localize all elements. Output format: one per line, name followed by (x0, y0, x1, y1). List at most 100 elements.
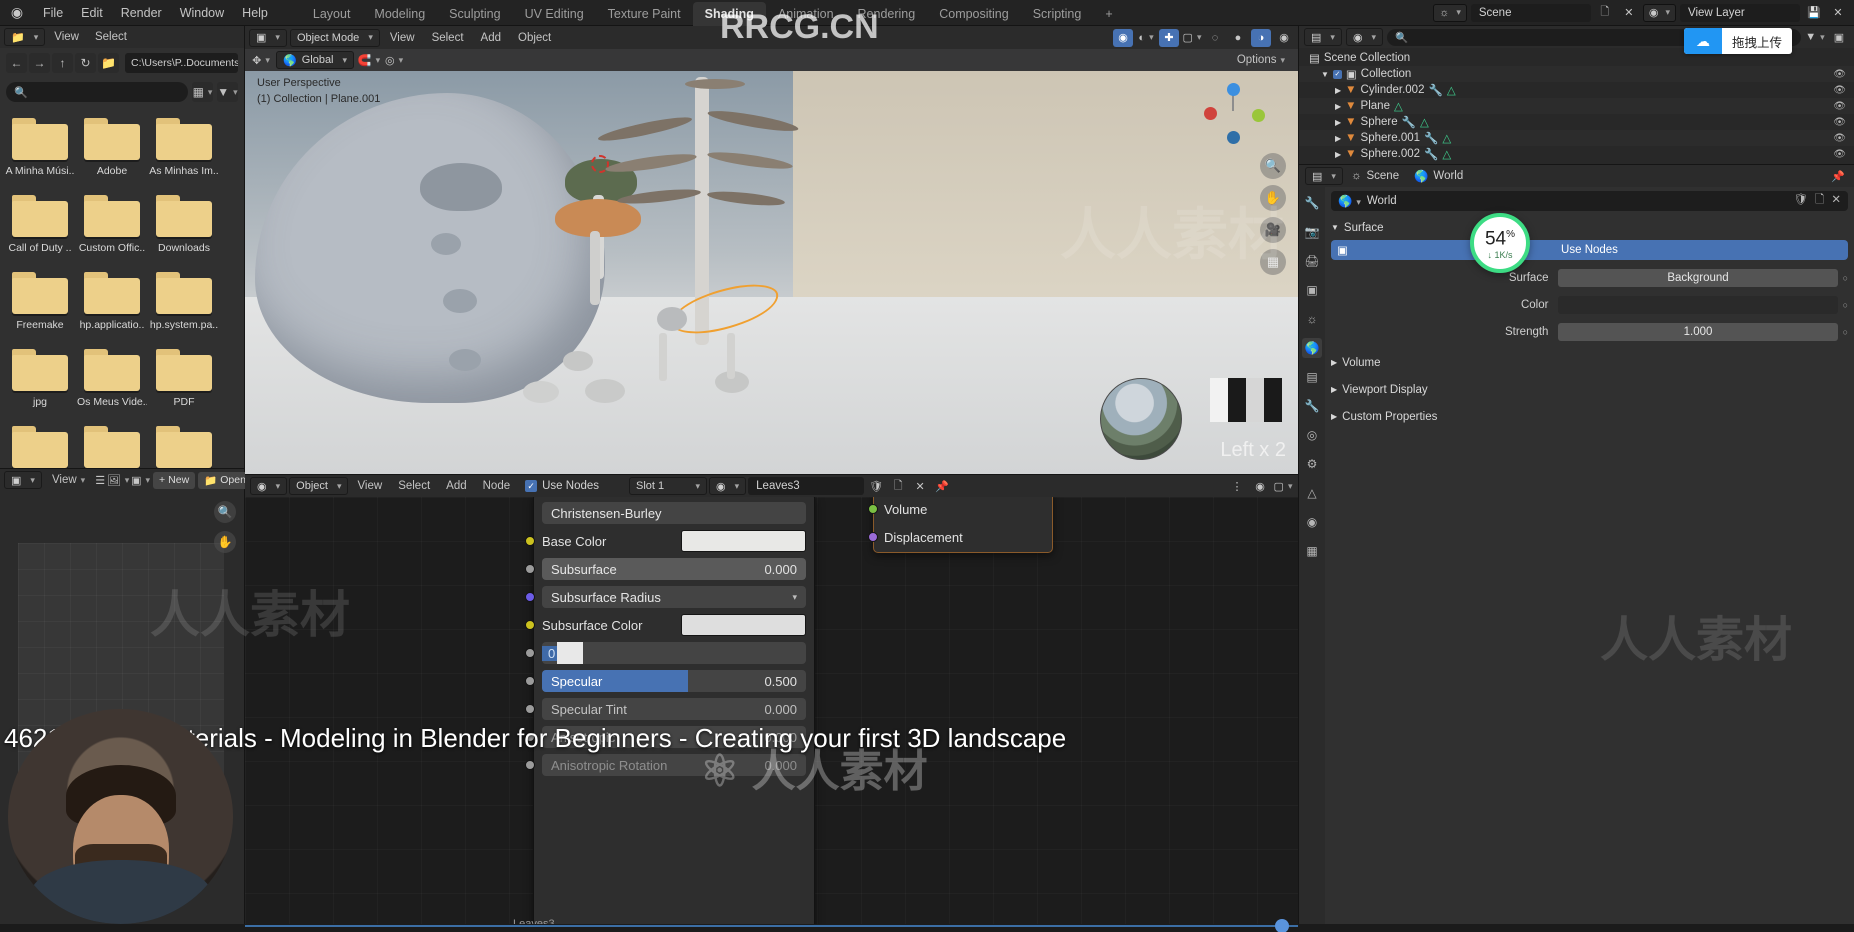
chevron-right-icon[interactable]: ▶ (1335, 86, 1341, 95)
navigation-gizmo[interactable] (1202, 81, 1266, 145)
node-row-specular-tint[interactable]: Specular Tint 0.000 (525, 696, 806, 722)
shading-options-icon[interactable]: ▢ (1182, 29, 1202, 47)
subsurface-radius-dropdown[interactable]: Subsurface Radius (542, 586, 806, 608)
fake-user-icon[interactable]: 🛡 (866, 477, 886, 495)
duplicate-icon[interactable]: 🗋 (1595, 4, 1615, 22)
menu-file[interactable]: File (34, 0, 72, 26)
socket-displacement[interactable] (868, 532, 878, 542)
visibility-eye-icon[interactable]: 👁 (1833, 117, 1846, 128)
animate-property-icon[interactable]: ○ (1843, 300, 1848, 310)
world-datablock-field[interactable]: 🌎 World 🛡 🗋 ✕ (1331, 191, 1848, 211)
arrow-left-icon[interactable]: ← (6, 53, 27, 73)
distribution-dropdown[interactable]: Christensen-Burley (542, 502, 806, 524)
object-mode-dropdown[interactable]: Object Mode (289, 28, 380, 47)
shader-type-dropdown[interactable]: Object (289, 477, 349, 495)
folder-item[interactable]: Downloads (149, 195, 219, 254)
anisotropic-rotation-slider[interactable]: Anisotropic Rotation 0.000 (542, 754, 806, 776)
workspace-tab-rendering[interactable]: Rendering (846, 2, 928, 26)
file-path-field[interactable]: C:\Users\P..Documents\ (125, 53, 238, 73)
socket-editing-field[interactable] (525, 648, 535, 658)
properties-tab-constraint[interactable]: ⚙ (1302, 454, 1322, 474)
folder-item[interactable]: PDF (149, 349, 219, 408)
material-preview-icon[interactable]: ◑ (1251, 28, 1271, 47)
outliner-row-sphere-001[interactable]: ▶ ▼ Sphere.001 🔧 △ 👁 (1299, 130, 1854, 146)
blender-logo-icon[interactable]: ◉ (0, 4, 34, 21)
cursor-select-icon[interactable]: ✥ (251, 51, 271, 69)
shader-menu-select[interactable]: Select (391, 476, 437, 496)
visibility-eye-icon[interactable]: 👁 (1833, 133, 1846, 144)
pin-icon[interactable]: 📌 (932, 477, 952, 495)
folder-item[interactable] (5, 426, 75, 468)
chevron-right-icon[interactable]: ▶ (1335, 102, 1341, 111)
mesh-data-icon[interactable]: △ (1420, 115, 1429, 129)
camera-view-icon[interactable]: 🎥 (1260, 217, 1286, 243)
mesh-data-icon[interactable]: △ (1442, 131, 1451, 145)
folder-item[interactable]: Call of Duty .. (5, 195, 75, 254)
socket-volume[interactable] (868, 504, 878, 514)
duplicate-icon[interactable]: 🗋 (1815, 192, 1824, 211)
strength-number-field[interactable]: 1.000 (1558, 323, 1838, 341)
visibility-eye-icon[interactable]: 👁 (1833, 69, 1846, 80)
outliner-row-sphere-002[interactable]: ▶ ▼ Sphere.002 🔧 △ 👁 (1299, 146, 1854, 162)
folder-item[interactable]: hp.system.pa.. (149, 272, 219, 331)
timeline-scrubber-knob[interactable] (1275, 919, 1289, 932)
properties-tab-modifier[interactable]: 🔧 (1302, 396, 1322, 416)
value-edit-input[interactable]: 0 (542, 642, 806, 664)
folder-item[interactable]: Freemake (5, 272, 75, 331)
workspace-tab-compositing[interactable]: Compositing (927, 2, 1020, 26)
arrow-up-icon[interactable]: ↑ (52, 53, 73, 73)
toggle-ortho-icon[interactable]: ▦ (1260, 249, 1286, 275)
properties-tab-data[interactable]: △ (1302, 483, 1322, 503)
workspace-tab-shading[interactable]: Shading (692, 1, 766, 26)
magnet-icon[interactable]: 🧲 (358, 51, 379, 69)
hand-icon[interactable]: ✋ (214, 531, 236, 553)
shader-menu-node[interactable]: Node (476, 476, 518, 496)
new-image-button[interactable]: + New (153, 471, 196, 489)
principled-bsdf-node[interactable]: Christensen-Burley Base Color Subsurface… (525, 497, 815, 932)
solid-icon[interactable]: ● (1228, 29, 1248, 47)
properties-tab-material[interactable]: ◉ (1302, 512, 1322, 532)
view-layer-icon[interactable]: ◉ (1345, 28, 1384, 46)
filter-icon[interactable]: ▼ (217, 82, 238, 102)
menu-render[interactable]: Render (112, 0, 171, 26)
view-layer-browse-icon[interactable]: ◉ (1642, 3, 1676, 22)
close-icon[interactable]: ✕ (1831, 192, 1841, 211)
properties-tab-scene[interactable]: ☼ (1302, 309, 1322, 329)
properties-tab-texture[interactable]: ▦ (1302, 541, 1322, 561)
menu-edit[interactable]: Edit (72, 0, 112, 26)
visibility-eye-icon[interactable]: 👁 (1833, 101, 1846, 112)
material-name-field[interactable]: Leaves3 (748, 477, 865, 495)
volume-section-header[interactable]: ▶ Volume (1331, 353, 1848, 372)
visibility-eye-icon[interactable]: 👁 (1833, 85, 1846, 96)
menu-help[interactable]: Help (233, 0, 277, 26)
list-icon[interactable]: ☰ (95, 471, 105, 489)
scene-name-field[interactable]: Scene (1470, 3, 1591, 22)
specular-tint-slider[interactable]: Specular Tint 0.000 (542, 698, 806, 720)
node-row-distribution[interactable]: Christensen-Burley (542, 500, 806, 526)
workspace-tab-layout[interactable]: Layout (301, 2, 363, 26)
hdri-sphere-icon[interactable] (1100, 378, 1182, 460)
snap-nodes-icon[interactable]: ⋮ (1227, 477, 1247, 495)
transform-orientation-dropdown[interactable]: 🌎 Global (276, 51, 355, 69)
specular-slider[interactable]: Specular 0.500 (542, 670, 806, 692)
overlays-icon[interactable]: ◉ (1113, 28, 1133, 47)
properties-tab-tool[interactable]: 🔧 (1302, 193, 1322, 213)
duplicate-icon[interactable]: 🗋 (888, 477, 908, 495)
folder-item[interactable]: Custom Offic.. (77, 195, 147, 254)
modifier-icon[interactable]: 🔧 (1402, 115, 1416, 129)
use-nodes-button[interactable]: ▣ Use Nodes (1331, 240, 1848, 260)
collection-checkbox[interactable]: ✓ (1332, 69, 1342, 79)
world-icon[interactable]: 🌎 (1338, 194, 1361, 208)
grid-view-icon[interactable]: ▦ (192, 82, 213, 102)
gizmo-axis-y[interactable] (1252, 109, 1265, 122)
outliner-icon[interactable]: ▤ (1304, 28, 1342, 46)
surface-section-header[interactable]: ▼ Surface (1331, 218, 1848, 237)
shader-editor-icon[interactable]: ◉ (250, 477, 288, 495)
search-input[interactable]: 🔍 (6, 82, 188, 102)
property-row-color[interactable]: Color ○ (1331, 294, 1848, 316)
mesh-data-icon[interactable]: △ (1394, 99, 1403, 113)
overlays-icon[interactable]: ◉ (1250, 477, 1270, 495)
arrow-right-icon[interactable]: → (29, 53, 50, 73)
outliner-row-cylinder-002[interactable]: ▶ ▼ Cylinder.002 🔧 △ 👁 (1299, 82, 1854, 98)
shader-menu-view[interactable]: View (350, 476, 389, 496)
